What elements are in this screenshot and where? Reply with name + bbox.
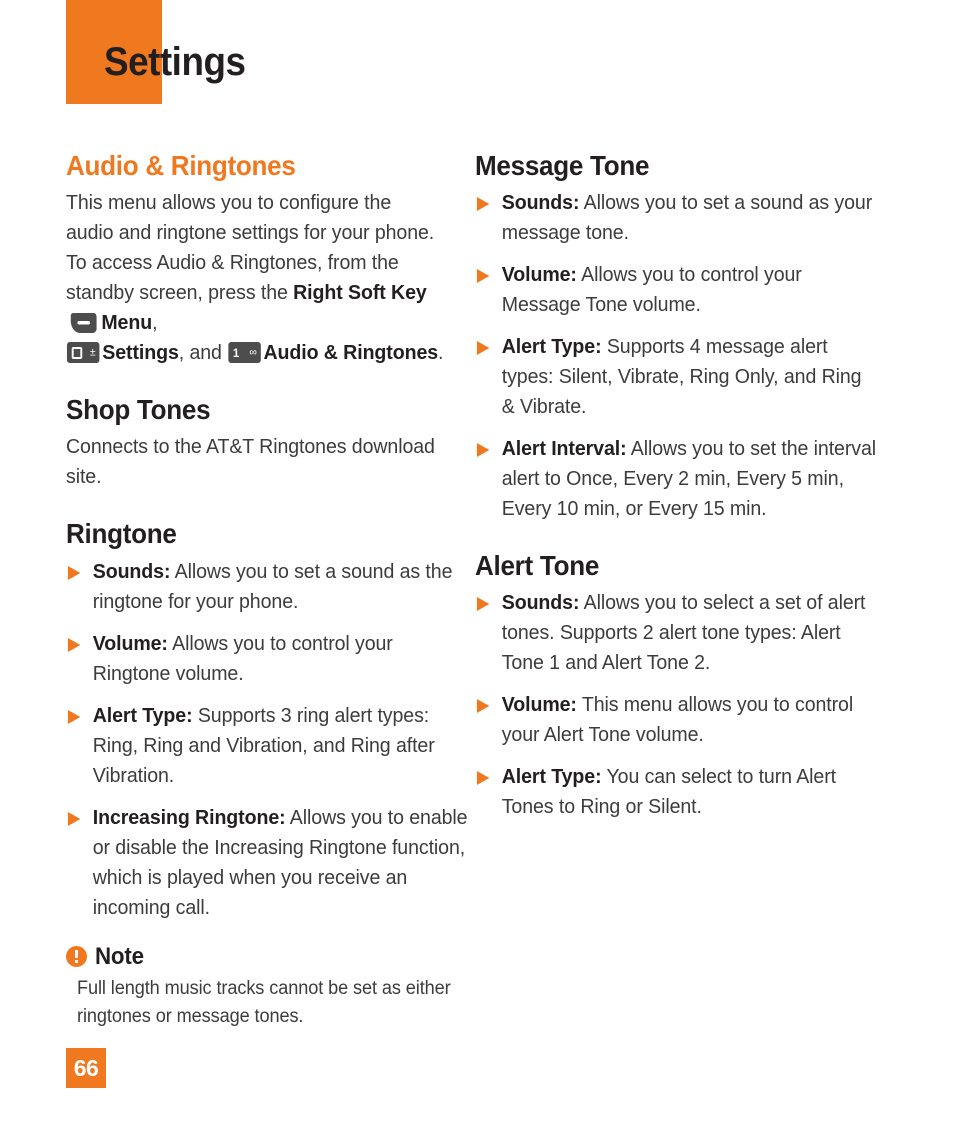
section-title-alert-tone: Alert Tone — [475, 550, 600, 582]
bullet-term: Alert Type: — [501, 765, 602, 789]
note-block: Note Full length music tracks cannot be … — [66, 943, 451, 1031]
intro-paragraph: This menu allows you to configure the au… — [66, 188, 443, 368]
note-label: Note — [95, 942, 144, 970]
triangle-bullet-icon — [476, 699, 490, 714]
key-1-symbol: ∞ — [249, 346, 257, 359]
right-column: Message Tone Sounds: Allows you to set a… — [475, 150, 876, 1031]
triangle-bullet-icon — [67, 637, 81, 652]
page-header: Settings — [0, 0, 954, 140]
list-item: Volume: Allows you to control your Ringt… — [66, 629, 470, 689]
bullet-term: Alert Interval: — [501, 437, 627, 461]
alert-tone-bullet-list: Sounds: Allows you to select a set of al… — [475, 588, 865, 822]
bullet-term: Volume: — [92, 631, 168, 655]
bullet-term: Sounds: — [501, 191, 580, 215]
list-item: Volume: Allows you to control your Messa… — [475, 260, 879, 320]
note-body: Full length music tracks cannot be set a… — [77, 977, 451, 1027]
section-title-shop-tones: Shop Tones — [66, 394, 211, 426]
left-column: Audio & Ringtones This menu allows you t… — [66, 150, 468, 1031]
right-soft-key-icon — [69, 312, 98, 334]
triangle-bullet-icon — [476, 443, 490, 458]
page-number-badge: 66 — [66, 1048, 106, 1088]
triangle-bullet-icon — [67, 811, 81, 826]
intro-bold-settings: Settings — [102, 341, 179, 365]
key-1-glyph: 1 — [232, 345, 240, 360]
list-item: Sounds: Allows you to set a sound as you… — [475, 188, 879, 248]
triangle-bullet-icon — [67, 565, 81, 580]
bullet-term: Alert Type: — [92, 703, 193, 727]
list-item: Alert Type: Supports 3 ring alert types:… — [66, 701, 470, 791]
ringtone-bullet-list: Sounds: Allows you to set a sound as the… — [66, 557, 468, 923]
shop-tones-body: Connects to the AT&T Ringtones download … — [66, 435, 435, 489]
list-item: Sounds: Allows you to select a set of al… — [475, 588, 879, 678]
intro-line-1: This menu allows you to configure the au… — [66, 191, 435, 245]
section-title-message-tone: Message Tone — [475, 150, 650, 181]
triangle-bullet-icon — [476, 197, 490, 212]
intro-bold-menu: Menu — [101, 311, 153, 335]
list-item: Alert Type: You can select to turn Alert… — [475, 762, 879, 822]
triangle-bullet-icon — [476, 597, 490, 612]
key-0-symbol: ± — [89, 346, 96, 359]
list-item: Alert Interval: Allows you to set the in… — [475, 434, 879, 524]
section-title-ringtone: Ringtone — [66, 518, 177, 550]
page-title: Settings — [104, 40, 246, 84]
key-0-icon: ± — [66, 342, 100, 364]
bullet-term: Volume: — [501, 263, 577, 287]
bullet-term: Volume: — [501, 693, 577, 717]
triangle-bullet-icon — [476, 341, 490, 356]
bullet-term: Sounds: — [92, 559, 171, 583]
intro-comma-1: , — [152, 311, 158, 335]
intro-period: . — [438, 341, 444, 365]
section-title-audio-ringtones: Audio & Ringtones — [66, 150, 296, 181]
intro-bold-audio-ringtones: Audio & Ringtones — [263, 341, 439, 365]
message-tone-bullet-list: Sounds: Allows you to set a sound as you… — [475, 188, 876, 524]
bullet-term: Sounds: — [501, 591, 580, 615]
intro-and-text: , and — [178, 341, 228, 365]
list-item: Sounds: Allows you to set a sound as the… — [66, 557, 470, 617]
triangle-bullet-icon — [476, 269, 490, 284]
list-item: Alert Type: Supports 4 message alert typ… — [475, 332, 879, 422]
key-0-glyph — [71, 346, 83, 359]
content-columns: Audio & Ringtones This menu allows you t… — [0, 150, 954, 1031]
intro-bold-right-soft-key: Right Soft Key — [293, 281, 427, 305]
triangle-bullet-icon — [67, 709, 81, 724]
list-item: Increasing Ringtone: Allows you to enabl… — [66, 803, 470, 923]
note-header: Note — [66, 943, 446, 971]
list-item: Volume: This menu allows you to control … — [475, 690, 879, 750]
note-exclamation-icon — [66, 946, 87, 968]
bullet-term: Alert Type: — [501, 335, 602, 359]
key-1-icon: 1 ∞ — [228, 342, 261, 364]
triangle-bullet-icon — [476, 771, 490, 786]
bullet-term: Increasing Ringtone: — [92, 805, 286, 829]
